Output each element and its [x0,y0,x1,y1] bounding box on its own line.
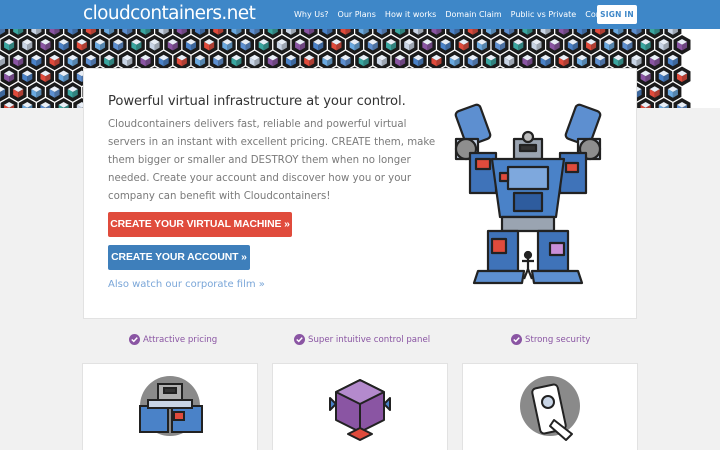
nav-public-vs-private[interactable]: Public vs Private [511,10,577,19]
feature-card-security [462,363,638,450]
nav-our-plans[interactable]: Our Plans [338,10,376,19]
create-vm-button[interactable]: CREATE YOUR VIRTUAL MACHINE » [108,212,292,237]
check-circle-icon [511,334,522,345]
feature-label: Strong security [525,334,591,345]
feature-card-pricing [82,363,258,450]
feature-strong-security: Strong security [511,334,590,345]
cube-illustration [329,379,391,441]
robot-cubes-illustration [139,376,203,436]
feature-card-control-panel [272,363,448,450]
hero-title: Powerful virtual infrastructure at your … [108,94,406,109]
nav-links: Why Us? Our Plans How it works Domain Cl… [294,0,638,29]
feature-label: Super intuitive control panel [308,334,431,345]
check-circle-icon [294,334,305,345]
nav-why-us[interactable]: Why Us? [294,10,329,19]
corporate-film-link[interactable]: Also watch our corporate film » [108,279,265,290]
hero-description: Cloudcontainers delivers fast, reliable … [108,119,436,202]
phone-illustration [520,376,580,441]
signin-button[interactable]: SIGN IN [597,5,637,24]
feature-attractive-pricing: Attractive pricing [129,334,217,345]
hero-card: Powerful virtual infrastructure at your … [83,68,637,319]
nav-domain-claim[interactable]: Domain Claim [445,10,501,19]
features-row: Attractive pricing Super intuitive contr… [0,334,720,350]
brand-logo[interactable]: cloudcontainers.net [83,3,256,24]
nav-how-it-works[interactable]: How it works [385,10,436,19]
create-account-button[interactable]: CREATE YOUR ACCOUNT » [108,245,250,270]
top-navbar: cloudcontainers.net Why Us? Our Plans Ho… [0,0,720,29]
feature-label: Attractive pricing [143,334,218,345]
robot-illustration [454,103,602,285]
feature-control-panel: Super intuitive control panel [294,334,430,345]
check-circle-icon [129,334,140,345]
